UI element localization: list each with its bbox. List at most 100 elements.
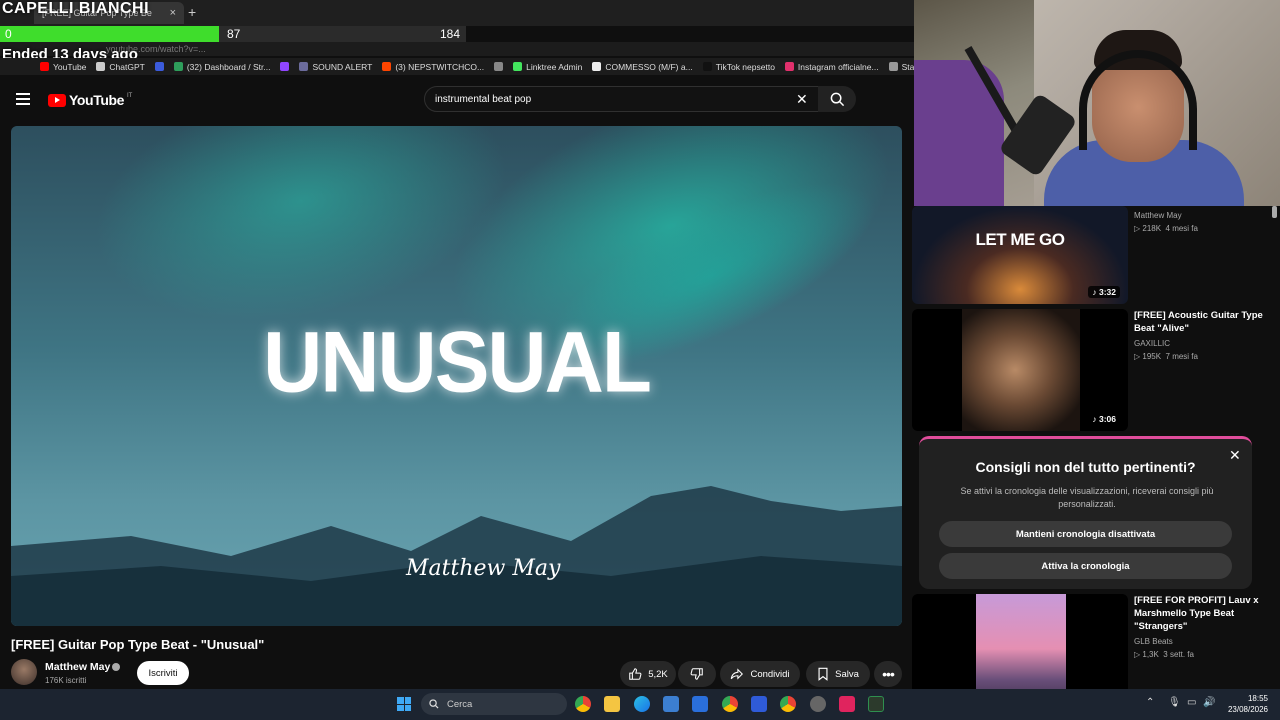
bookmark-label: COMMESSO (M/F) a...: [605, 61, 693, 72]
video-player[interactable]: UNUSUAL Matthew May: [11, 126, 902, 626]
chrome-profile-icon[interactable]: [722, 696, 738, 712]
enable-history-button[interactable]: Attiva la cronologia: [939, 553, 1232, 579]
recommendation-title[interactable]: [FREE] Acoustic Guitar Type Beat "Alive": [1134, 309, 1264, 335]
app-icon[interactable]: [868, 696, 884, 712]
video-title: [FREE] Guitar Pop Type Beat - "Unusual": [11, 637, 265, 652]
bookmark-item[interactable]: (3) NEPSTWITCHCO...: [382, 62, 484, 72]
thumbs-down-icon: [690, 668, 703, 680]
microphone-icon[interactable]: 🎙: [1168, 697, 1181, 708]
progress-start-value: 0: [5, 27, 12, 41]
bookmark-item[interactable]: [154, 62, 164, 71]
like-button[interactable]: 5,2K: [620, 661, 676, 687]
tab-close-icon[interactable]: ×: [170, 7, 176, 19]
channel-name[interactable]: Matthew May: [45, 661, 110, 673]
clear-search-icon[interactable]: ✕: [796, 91, 808, 108]
share-icon: [731, 668, 744, 680]
popup-title: Consigli non del tutto pertinenti?: [975, 459, 1196, 475]
keep-history-off-button[interactable]: Mantieni cronologia disattivata: [939, 521, 1232, 547]
video-duration: ♪ 3:06: [1088, 413, 1120, 425]
youtube-logo[interactable]: YouTube IT: [48, 92, 132, 108]
bookmark-label: SOUND ALERT: [312, 61, 373, 72]
progress-goal-value: 184: [440, 27, 461, 41]
video-duration: ♪ 3:32: [1088, 286, 1120, 298]
country-code: IT: [127, 93, 133, 99]
edge-icon[interactable]: [634, 696, 650, 712]
bookmark-item[interactable]: Linktree Admin: [513, 62, 582, 72]
thumbnail-text: LET ME GO: [975, 230, 1066, 249]
recommendation-meta: ▷ 218K 4 mesi fa: [1134, 224, 1198, 233]
bookmark-item[interactable]: SOUND ALERT: [299, 62, 372, 72]
taskbar-clock[interactable]: 18:55 23/08/2026: [1222, 693, 1268, 715]
recommendation-channel[interactable]: Matthew May: [1134, 211, 1182, 220]
search-icon: [830, 92, 844, 106]
subscriber-count: 176K iscritti: [45, 676, 87, 685]
progress-fill: [0, 26, 220, 42]
bookmark-favicon-icon: [96, 62, 106, 71]
chrome-icon[interactable]: [575, 696, 591, 712]
thumbnail-photo: [976, 594, 1066, 689]
start-button[interactable]: [397, 697, 411, 711]
artist-signature: Matthew May: [406, 556, 561, 581]
bookmark-label: Linktree Admin: [526, 61, 583, 72]
app-icon[interactable]: [663, 696, 679, 712]
bookmark-favicon-icon: [299, 62, 309, 71]
bookmark-favicon-icon: [154, 62, 164, 71]
bookmark-item[interactable]: (32) Dashboard / Str...: [173, 62, 270, 72]
volume-icon[interactable]: 🔊: [1203, 697, 1215, 708]
progress-current-value: 87: [227, 27, 241, 41]
recommendation-thumbnail[interactable]: [912, 594, 1128, 689]
save-label: Salva: [835, 668, 859, 680]
bookmark-label: YouTube: [53, 61, 87, 72]
dislike-button[interactable]: [678, 661, 716, 687]
search-input[interactable]: instrumental beat pop: [424, 86, 820, 112]
search-value: instrumental beat pop: [435, 93, 532, 105]
clock-time: 18:55: [1247, 694, 1268, 703]
network-icon[interactable]: ▭: [1187, 697, 1196, 708]
chrome-active-icon[interactable]: [780, 696, 796, 712]
recommendation-channel[interactable]: GLB Beats: [1134, 637, 1173, 646]
scrollbar-thumb[interactable]: [1272, 206, 1277, 218]
recommendation-item[interactable]: [FREE FOR PROFIT] Lauv x Marshmello Type…: [912, 594, 1274, 689]
channel-avatar[interactable]: [11, 659, 37, 685]
tiktok-icon[interactable]: [839, 696, 855, 712]
recommendation-thumbnail[interactable]: ♪ 3:06: [912, 309, 1128, 431]
bookmark-item[interactable]: [280, 62, 290, 71]
bookmark-label: Instagram officialne...: [797, 61, 879, 72]
recommendation-title[interactable]: [FREE FOR PROFIT] Lauv x Marshmello Type…: [1134, 594, 1264, 633]
file-explorer-icon[interactable]: [604, 696, 620, 712]
bookmark-item[interactable]: Instagram officialne...: [784, 61, 879, 72]
recommendation-thumbnail[interactable]: LET ME GO ♪ 3:32: [912, 206, 1128, 304]
bookmark-item[interactable]: [494, 62, 504, 71]
bookmark-item[interactable]: StartHouse: [888, 62, 914, 72]
share-button[interactable]: Condividi: [720, 661, 800, 687]
bookmark-item[interactable]: TikTok nepsetto: [702, 61, 775, 72]
menu-icon[interactable]: [16, 93, 30, 105]
clock-date: 23/08/2026: [1227, 705, 1268, 714]
taskbar-search[interactable]: Cerca: [421, 693, 567, 715]
more-icon: •••: [882, 666, 895, 682]
store-icon[interactable]: [692, 696, 708, 712]
bookmark-label: TikTok nepsetto: [715, 61, 775, 72]
new-tab-icon[interactable]: +: [188, 4, 196, 20]
history-suggestion-popup: ✕ Consigli non del tutto pertinenti? Se …: [919, 436, 1252, 589]
search-button[interactable]: [818, 86, 856, 112]
app-icon[interactable]: [810, 696, 826, 712]
like-count: 5,2K: [648, 668, 668, 680]
bookmark-item[interactable]: COMMESSO (M/F) a...: [592, 61, 693, 72]
recommendation-item[interactable]: ♪ 3:06 [FREE] Acoustic Guitar Type Beat …: [912, 309, 1274, 431]
stream-overlay-title: CAPELLI BIANCHI: [2, 0, 150, 17]
recommendation-item[interactable]: LET ME GO ♪ 3:32 Matthew May ▷ 218K 4 me…: [912, 206, 1274, 304]
subscribe-button[interactable]: Iscriviti: [137, 661, 189, 685]
bookmark-favicon-icon: [382, 62, 392, 71]
mountain-silhouette: [11, 486, 902, 626]
save-button[interactable]: Salva: [806, 661, 870, 687]
bookmark-icon: [818, 667, 828, 681]
app-icon[interactable]: [751, 696, 767, 712]
recommendation-channel[interactable]: GAXILLIC: [1134, 339, 1170, 348]
share-label: Condividi: [750, 668, 790, 680]
more-actions-button[interactable]: •••: [874, 661, 902, 687]
bookmark-favicon-icon: [784, 62, 794, 71]
tray-chevron-icon[interactable]: ⌃: [1146, 697, 1154, 708]
bookmark-item[interactable]: YouTube: [40, 62, 86, 72]
bookmark-item[interactable]: ChatGPT: [96, 62, 145, 72]
